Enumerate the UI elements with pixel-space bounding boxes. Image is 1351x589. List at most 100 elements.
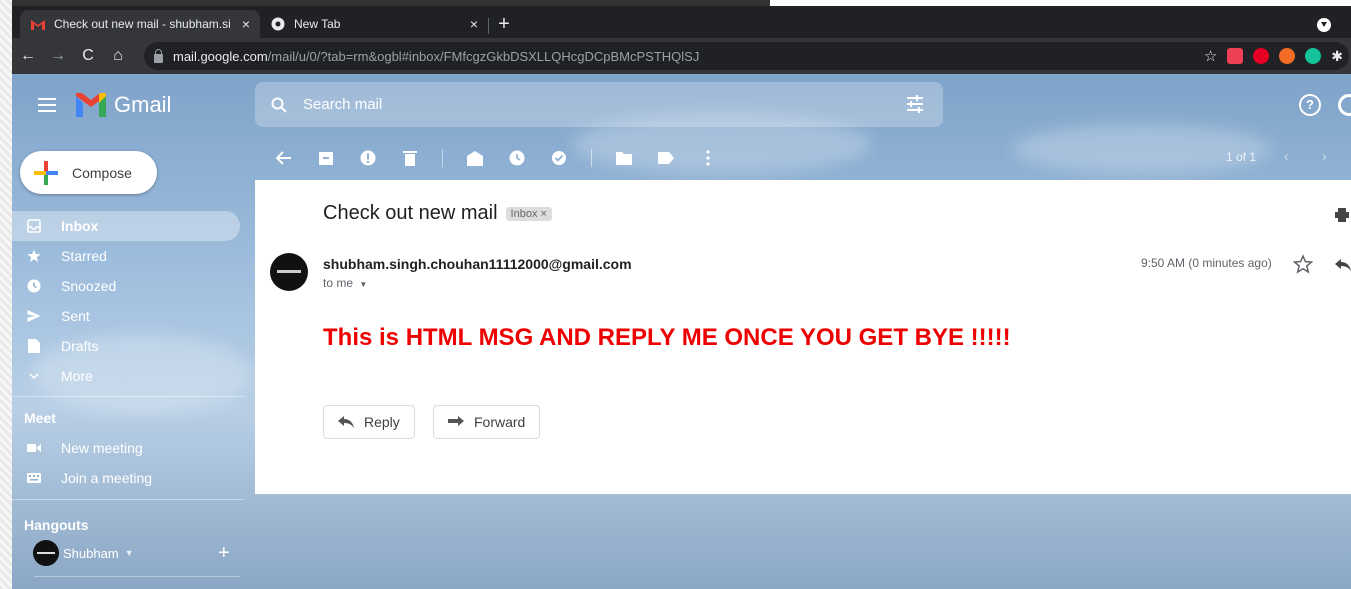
archive-icon[interactable]: [316, 148, 336, 168]
move-to-icon[interactable]: [614, 148, 634, 168]
back-icon[interactable]: ←: [14, 42, 42, 70]
search-box[interactable]: Search mail: [255, 82, 943, 127]
tab-close-icon[interactable]: ×: [242, 16, 250, 32]
sender-email[interactable]: shubham.singh.chouhan11112000@gmail.com: [323, 256, 632, 272]
sidebar-item-inbox[interactable]: Inbox: [12, 211, 240, 241]
label-icon[interactable]: [656, 148, 676, 168]
chevron-left-icon[interactable]: ‹: [1284, 148, 1289, 164]
email-time: 9:50 AM (0 minutes ago): [1141, 256, 1272, 270]
inbox-label-chip[interactable]: Inbox ×: [505, 206, 552, 221]
forward-icon: [448, 416, 464, 426]
reply-label: Reply: [364, 414, 400, 430]
add-hangout-icon[interactable]: +: [218, 542, 230, 565]
compose-plus-icon: [34, 160, 58, 185]
delete-icon[interactable]: [400, 148, 420, 168]
mark-unread-icon[interactable]: [465, 148, 485, 168]
sidebar-item-drafts[interactable]: Drafts: [12, 331, 252, 361]
email-body: This is HTML MSG AND REPLY ME ONCE YOU G…: [323, 324, 1011, 351]
pocket-extension-icon[interactable]: [1227, 48, 1244, 64]
sidebar-item-label: Join a meeting: [61, 470, 153, 486]
search-icon[interactable]: [271, 97, 287, 113]
compose-label: Compose: [72, 164, 132, 181]
send-icon: [26, 308, 42, 324]
sidebar-divider: [12, 499, 244, 500]
search-input[interactable]: Search mail: [303, 96, 382, 113]
main-menu-icon[interactable]: [38, 98, 56, 112]
add-to-tasks-icon[interactable]: [549, 148, 569, 168]
lock-icon: [154, 48, 163, 63]
sidebar-item-label: New meeting: [61, 440, 143, 456]
search-options-icon[interactable]: [905, 95, 925, 113]
tab-new-tab[interactable]: New Tab ×: [260, 10, 488, 38]
reply-button[interactable]: Reply: [323, 405, 415, 439]
email-action-toolbar: [274, 146, 740, 170]
sidebar-item-more[interactable]: More: [12, 361, 252, 391]
forward-icon[interactable]: →: [44, 42, 72, 70]
sender-avatar[interactable]: [270, 253, 308, 291]
recipient-details[interactable]: to me ▼: [323, 276, 367, 290]
reload-icon[interactable]: C: [74, 42, 102, 70]
sidebar-item-snoozed[interactable]: Snoozed: [12, 271, 252, 301]
tab-separator: [488, 18, 489, 34]
tab-search-icon[interactable]: [1317, 18, 1331, 32]
address-bar[interactable]: mail.google.com/mail/u/0/?tab=rm&ogbl#in…: [144, 42, 1349, 70]
help-icon[interactable]: ?: [1299, 94, 1321, 116]
extensions-puzzle-icon[interactable]: ✱: [1331, 48, 1343, 65]
sidebar-nav: Inbox Starred Snoozed Sent Drafts More: [12, 211, 252, 391]
toolbar-separator: [591, 149, 592, 167]
tab-title: New Tab: [294, 17, 341, 31]
extensions-area: ☆ ✱: [1204, 46, 1343, 66]
reply-icon[interactable]: [1335, 256, 1351, 272]
sidebar-divider: [34, 576, 240, 577]
settings-gear-icon[interactable]: [1338, 94, 1351, 116]
draft-icon: [26, 338, 42, 354]
forward-label: Forward: [474, 414, 526, 430]
report-spam-icon[interactable]: [358, 148, 378, 168]
hangouts-user[interactable]: Shubham ▼: [33, 540, 134, 566]
star-icon[interactable]: [1293, 254, 1313, 274]
chevron-down-icon: ▼: [359, 280, 368, 289]
chevron-down-icon: [26, 368, 42, 384]
email-view: Check out new mail Inbox × shubham.singh…: [255, 180, 1351, 494]
sidebar-item-label: Starred: [61, 248, 107, 264]
more-options-icon[interactable]: [698, 148, 718, 168]
hangouts-user-name: Shubham: [63, 545, 119, 561]
clock-icon: [26, 278, 42, 294]
inbox-icon: [26, 218, 42, 234]
chevron-right-icon[interactable]: ›: [1322, 148, 1327, 164]
meet-section-title: Meet: [24, 410, 56, 426]
grammarly-extension-icon[interactable]: [1305, 48, 1322, 64]
sidebar-item-sent[interactable]: Sent: [12, 301, 252, 331]
home-icon[interactable]: ⌂: [104, 42, 132, 70]
pinterest-extension-icon[interactable]: [1253, 48, 1270, 64]
gmail-logo[interactable]: Gmail: [76, 92, 171, 118]
sidebar-item-label: Snoozed: [61, 278, 117, 294]
url-path: /mail/u/0/?tab=rm&ogbl#inbox/FMfcgzGkbDS…: [267, 48, 700, 64]
sidebar-item-new-meeting[interactable]: New meeting: [12, 433, 252, 463]
gmail-m-icon: [76, 93, 106, 117]
snooze-icon[interactable]: [507, 148, 527, 168]
tab-close-icon[interactable]: ×: [470, 16, 478, 32]
compose-button[interactable]: Compose: [20, 151, 157, 194]
email-subject: Check out new mail Inbox ×: [323, 202, 552, 225]
sidebar-item-label: Sent: [61, 308, 90, 324]
bookmark-star-icon[interactable]: ☆: [1204, 47, 1217, 65]
new-tab-button[interactable]: +: [492, 14, 516, 34]
sidebar-item-starred[interactable]: Starred: [12, 241, 252, 271]
star-icon: [26, 248, 42, 264]
recipient-text: to me: [323, 276, 354, 290]
back-to-inbox-icon[interactable]: [274, 148, 294, 168]
print-icon[interactable]: [1335, 208, 1349, 222]
tab-title: Check out new mail - shubham.si: [54, 17, 231, 31]
forward-button[interactable]: Forward: [433, 405, 541, 439]
subject-text: Check out new mail: [323, 202, 498, 224]
sidebar-item-join-meeting[interactable]: Join a meeting: [12, 463, 252, 493]
keyboard-icon: [26, 470, 42, 486]
honey-extension-icon[interactable]: [1279, 48, 1296, 64]
video-icon: [26, 440, 42, 456]
tab-gmail[interactable]: Check out new mail - shubham.si ×: [20, 10, 260, 38]
background-cloud: [1012, 124, 1272, 174]
chevron-down-icon: ▼: [124, 548, 134, 558]
gmail-logo-text: Gmail: [114, 92, 172, 117]
meet-nav: New meeting Join a meeting: [12, 433, 252, 493]
